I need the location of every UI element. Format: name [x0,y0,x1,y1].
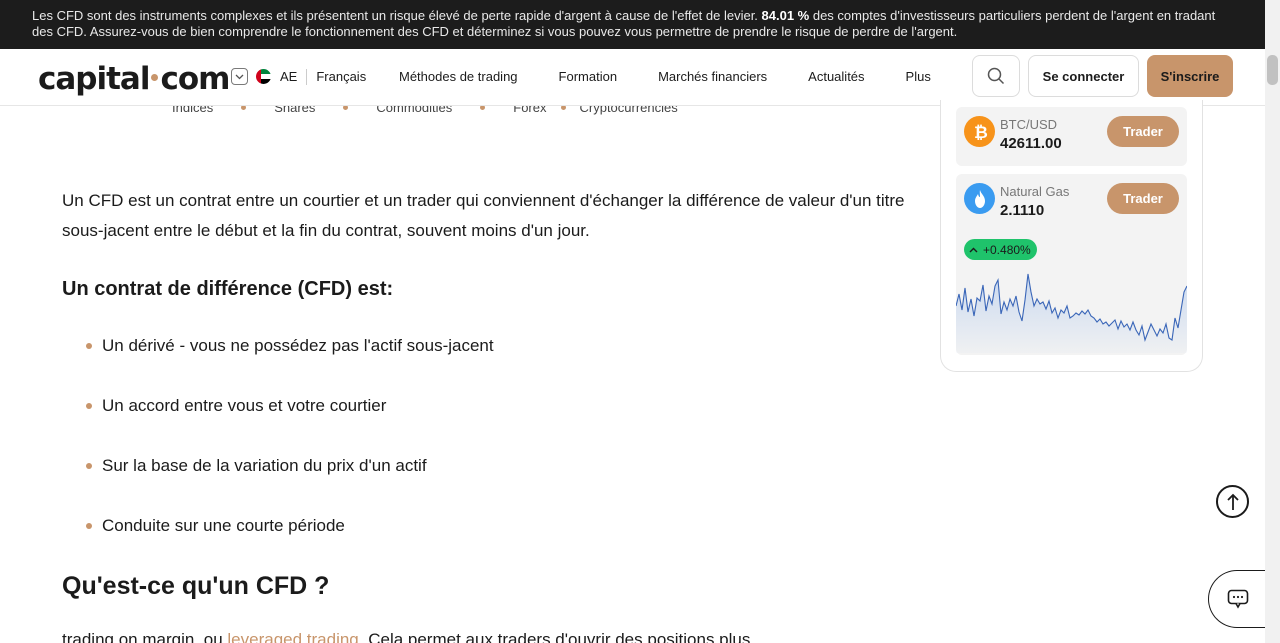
search-button[interactable] [972,55,1020,97]
chat-icon [1227,589,1248,609]
bullet-dot [86,523,92,529]
arrow-up-icon [1226,493,1239,510]
ticker-card-natural-gas[interactable]: Natural Gas 2.1110 Trader +0.480% [956,174,1187,355]
definition-subheading: Un contrat de différence (CFD) est: [62,278,394,300]
list-item: Conduite sur une courte période [86,511,494,541]
list-item: Un accord entre vous et votre courtier [86,391,494,421]
nav-item-more[interactable]: Plus [906,69,931,84]
logo-right: com [160,61,230,97]
main-nav: Méthodes de trading Formation Marchés fi… [399,69,972,84]
signup-button[interactable]: S'inscrire [1147,55,1233,97]
ticker-price: 2.1110 [1000,202,1045,219]
price-change-value: +0.480% [983,242,1031,257]
ticker-price: 42611.00 [1000,135,1062,152]
nav-item-markets[interactable]: Marchés financiers [658,69,767,84]
risk-percentage: 84.01 % [761,8,810,23]
login-button[interactable]: Se connecter [1028,55,1139,97]
bullet-dot [86,343,92,349]
region-code[interactable]: AE [280,69,297,84]
trade-button[interactable]: Trader [1107,183,1179,214]
trade-button[interactable]: Trader [1107,116,1179,147]
next-text-before: trading on margin, ou [62,630,228,643]
chat-button[interactable] [1208,570,1270,628]
uae-flag-icon [256,69,271,84]
list-item: Sur la base de la variation du prix d'un… [86,451,494,481]
list-item: Un dérivé - vous ne possédez pas l'actif… [86,331,494,361]
price-sparkline [956,273,1187,353]
site-header: capital com AE Français Méthodes de tradi… [0,49,1265,106]
page-scrollbar-track[interactable] [1265,0,1280,643]
logo-dot [151,74,159,81]
definition-list: Un dérivé - vous ne possédez pas l'actif… [86,331,494,571]
intro-paragraph: Un CFD est un contrat entre un courtier … [62,191,905,240]
list-item-text: Un accord entre vous et votre courtier [102,396,387,415]
scroll-to-top-button[interactable] [1216,485,1249,518]
ticker-name: Natural Gas [1000,184,1070,199]
list-item-text: Sur la base de la variation du prix d'un… [102,456,427,475]
next-text-after: . Cela permet aux traders d'ouvrir des p… [358,630,751,643]
capital-com-logo[interactable]: capital com [38,61,230,97]
page-scrollbar-thumb[interactable] [1267,55,1278,85]
flame-icon [964,183,995,214]
list-item-text: Un dérivé - vous ne possédez pas l'actif… [102,336,494,355]
region-divider [306,68,308,85]
language-label[interactable]: Français [316,69,366,84]
arrow-up-icon [969,247,978,252]
risk-warning-banner: Les CFD sont des instruments complexes e… [0,0,1265,49]
svg-text:₿: ₿ [974,123,988,142]
price-change-badge: +0.480% [964,239,1037,260]
nav-item-news[interactable]: Actualités [808,69,864,84]
nav-item-trading-methods[interactable]: Méthodes de trading [399,69,518,84]
logo-left: capital [38,61,150,97]
region-language-selector[interactable]: AE Français [231,68,366,85]
leveraged-trading-link[interactable]: leveraged trading [227,630,358,643]
list-item-text: Conduite sur une courte période [102,516,345,535]
ticker-card-btc[interactable]: ₿ BTC/USD 42611.00 Trader [956,107,1187,166]
risk-text-before: Les CFD sont des instruments complexes e… [32,8,762,23]
bullet-dot [86,403,92,409]
search-icon [987,67,1005,85]
market-ticker-widget: ₿ BTC/USD 42611.00 Trader Natural Gas 2.… [940,100,1203,372]
what-is-cfd-heading: Qu'est-ce qu'un CFD ? [62,572,330,600]
chevron-down-icon[interactable] [231,68,248,85]
bullet-dot [86,463,92,469]
nav-item-education[interactable]: Formation [559,69,618,84]
ticker-name: BTC/USD [1000,117,1058,132]
next-paragraph: trading on margin, ou leveraged trading.… [62,630,750,643]
bitcoin-icon: ₿ [964,116,995,147]
